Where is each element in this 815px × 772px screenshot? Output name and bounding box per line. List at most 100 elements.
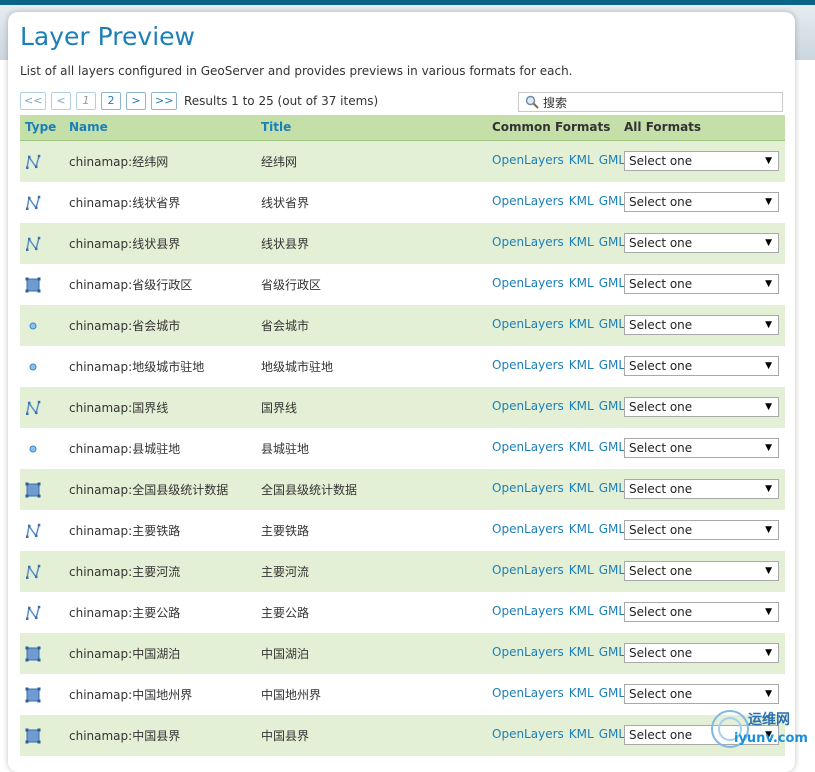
chevron-down-icon: ▼ [765, 443, 772, 453]
format-link-gml[interactable]: GML [599, 235, 625, 249]
all-formats-select[interactable]: Select one ▼ [624, 192, 779, 212]
format-link-gml[interactable]: GML [599, 276, 625, 290]
chevron-down-icon: ▼ [765, 648, 772, 658]
layer-title: 主要铁路 [261, 524, 310, 538]
first-page-button[interactable]: << [20, 92, 46, 110]
layer-title: 省会城市 [261, 319, 310, 333]
layer-name: chinamap:县城驻地 [69, 442, 181, 456]
format-link-openlayers[interactable]: OpenLayers [492, 645, 564, 659]
all-formats-select[interactable]: Select one ▼ [624, 520, 779, 540]
layer-title: 中国地州界 [261, 688, 322, 702]
format-link-gml[interactable]: GML [599, 727, 625, 741]
format-link-gml[interactable]: GML [599, 440, 625, 454]
chevron-down-icon: ▼ [765, 320, 772, 330]
all-formats-select[interactable]: Select one ▼ [624, 356, 779, 376]
line-layer-icon [26, 400, 41, 415]
format-link-kml[interactable]: KML [569, 276, 594, 290]
format-link-openlayers[interactable]: OpenLayers [492, 153, 564, 167]
all-formats-select[interactable]: Select one ▼ [624, 397, 779, 417]
format-link-openlayers[interactable]: OpenLayers [492, 235, 564, 249]
format-link-openlayers[interactable]: OpenLayers [492, 194, 564, 208]
all-formats-select[interactable]: Select one ▼ [624, 602, 779, 622]
table-row: chinamap:中国县界 中国县界 OpenLayers KML GML Select … [20, 715, 785, 756]
format-link-kml[interactable]: KML [569, 727, 594, 741]
format-link-gml[interactable]: GML [599, 686, 625, 700]
format-link-kml[interactable]: KML [569, 235, 594, 249]
table-row: chinamap:主要河流 主要河流 OpenLayers KML GML Select … [20, 551, 785, 592]
all-formats-select[interactable]: Select one ▼ [624, 151, 779, 171]
format-link-gml[interactable]: GML [599, 645, 625, 659]
header-all-formats: All Formats [624, 120, 702, 134]
format-link-gml[interactable]: GML [599, 358, 625, 372]
layer-title: 国界线 [261, 401, 298, 415]
polygon-layer-icon [25, 482, 41, 498]
format-link-openlayers[interactable]: OpenLayers [492, 727, 564, 741]
layer-title: 县城驻地 [261, 442, 310, 456]
format-link-kml[interactable]: KML [569, 481, 594, 495]
format-link-gml[interactable]: GML [599, 399, 625, 413]
table-header: Type Name Title Common Formats All Forma… [20, 115, 785, 141]
search-input[interactable] [543, 94, 773, 110]
search-icon [525, 95, 539, 109]
format-link-gml[interactable]: GML [599, 563, 625, 577]
page-1-button[interactable]: 1 [76, 92, 96, 110]
select-label: Select one [629, 564, 693, 578]
all-formats-select[interactable]: Select one ▼ [624, 479, 779, 499]
format-link-kml[interactable]: KML [569, 194, 594, 208]
all-formats-select[interactable]: Select one ▼ [624, 561, 779, 581]
format-link-kml[interactable]: KML [569, 604, 594, 618]
common-formats: OpenLayers KML GML [492, 604, 625, 618]
format-link-openlayers[interactable]: OpenLayers [492, 358, 564, 372]
format-link-kml[interactable]: KML [569, 358, 594, 372]
all-formats-select[interactable]: Select one ▼ [624, 233, 779, 253]
format-link-kml[interactable]: KML [569, 399, 594, 413]
format-link-gml[interactable]: GML [599, 604, 625, 618]
prev-page-button[interactable]: < [51, 92, 71, 110]
format-link-openlayers[interactable]: OpenLayers [492, 399, 564, 413]
format-link-gml[interactable]: GML [599, 194, 625, 208]
format-link-kml[interactable]: KML [569, 440, 594, 454]
format-link-kml[interactable]: KML [569, 317, 594, 331]
all-formats-select[interactable]: Select one ▼ [624, 438, 779, 458]
chevron-down-icon: ▼ [765, 402, 772, 412]
format-link-kml[interactable]: KML [569, 645, 594, 659]
table-row: chinamap:线状省界 线状省界 OpenLayers KML GML Select … [20, 182, 785, 223]
select-label: Select one [629, 318, 693, 332]
format-link-openlayers[interactable]: OpenLayers [492, 276, 564, 290]
layer-title: 经纬网 [261, 155, 298, 169]
common-formats: OpenLayers KML GML [492, 194, 625, 208]
common-formats: OpenLayers KML GML [492, 727, 625, 741]
format-link-kml[interactable]: KML [569, 686, 594, 700]
page-2-button[interactable]: 2 [101, 92, 121, 110]
format-link-gml[interactable]: GML [599, 481, 625, 495]
format-link-kml[interactable]: KML [569, 522, 594, 536]
format-link-openlayers[interactable]: OpenLayers [492, 317, 564, 331]
all-formats-select[interactable]: Select one ▼ [624, 274, 779, 294]
format-link-openlayers[interactable]: OpenLayers [492, 481, 564, 495]
header-name[interactable]: Name [69, 120, 108, 134]
header-type[interactable]: Type [25, 120, 56, 134]
header-common-formats: Common Formats [492, 120, 611, 134]
all-formats-select[interactable]: Select one ▼ [624, 315, 779, 335]
format-link-gml[interactable]: GML [599, 153, 625, 167]
watermark: 运维网 iyunv.com [708, 705, 813, 753]
format-link-openlayers[interactable]: OpenLayers [492, 563, 564, 577]
format-link-kml[interactable]: KML [569, 563, 594, 577]
format-link-openlayers[interactable]: OpenLayers [492, 604, 564, 618]
all-formats-select[interactable]: Select one ▼ [624, 684, 779, 704]
table-row: chinamap:线状县界 线状县界 OpenLayers KML GML Select … [20, 223, 785, 264]
format-link-openlayers[interactable]: OpenLayers [492, 522, 564, 536]
next-page-button[interactable]: > [126, 92, 146, 110]
format-link-gml[interactable]: GML [599, 522, 625, 536]
all-formats-select[interactable]: Select one ▼ [624, 643, 779, 663]
last-page-button[interactable]: >> [151, 92, 177, 110]
format-link-gml[interactable]: GML [599, 317, 625, 331]
format-link-kml[interactable]: KML [569, 153, 594, 167]
header-title[interactable]: Title [261, 120, 291, 134]
table-row: chinamap:中国湖泊 中国湖泊 OpenLayers KML GML Select … [20, 633, 785, 674]
format-link-openlayers[interactable]: OpenLayers [492, 440, 564, 454]
select-label: Select one [629, 687, 693, 701]
format-link-openlayers[interactable]: OpenLayers [492, 686, 564, 700]
search-box[interactable] [518, 92, 783, 112]
common-formats: OpenLayers KML GML [492, 317, 625, 331]
